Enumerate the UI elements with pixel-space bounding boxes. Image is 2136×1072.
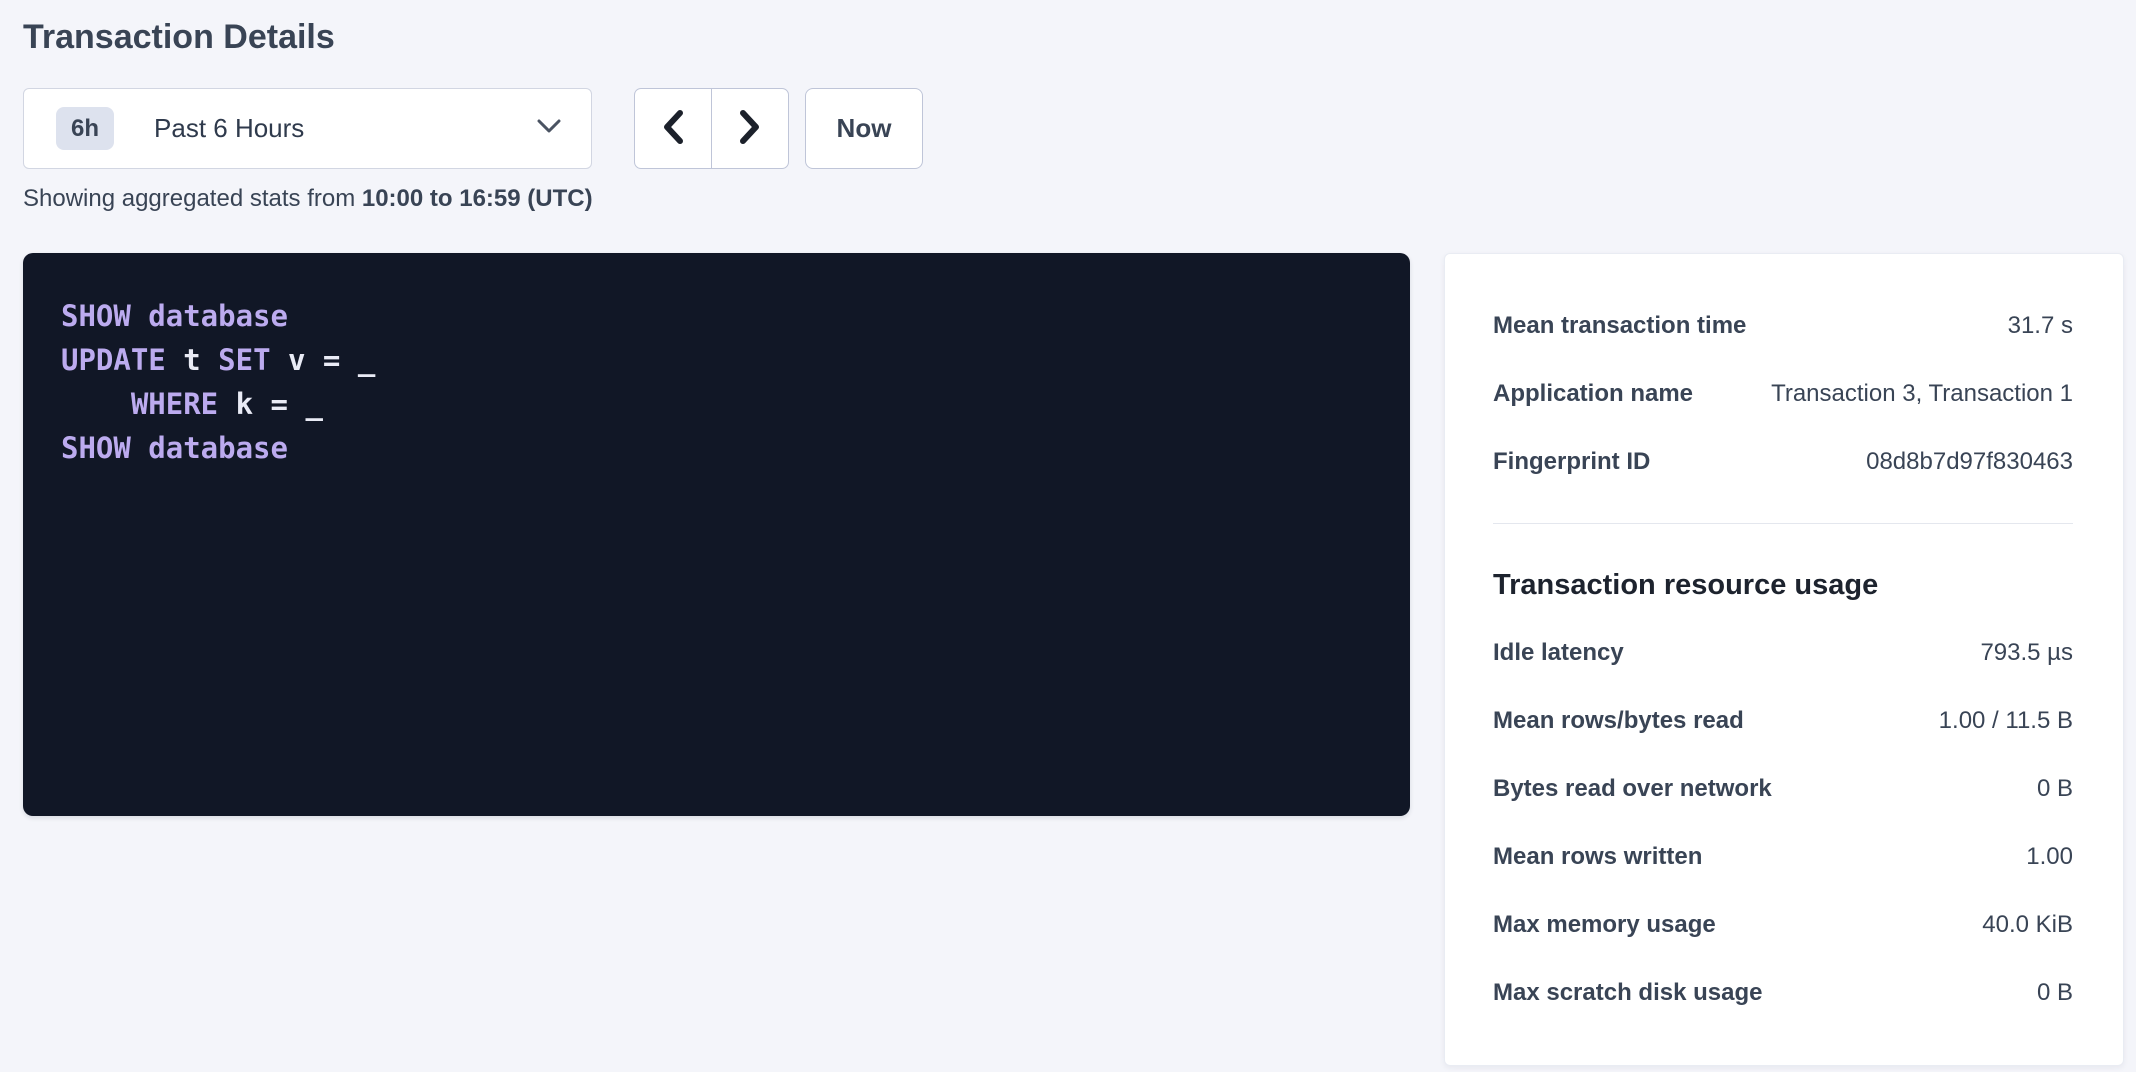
resource-usage-heading: Transaction resource usage	[1493, 551, 2073, 619]
time-range-select[interactable]: 6h Past 6 Hours	[23, 88, 592, 169]
page-title: Transaction Details	[23, 14, 2124, 60]
time-controls: 6h Past 6 Hours Now	[23, 88, 2124, 169]
summary-stats: Mean transaction time 31.7 s Application n…	[1493, 292, 2073, 496]
card-divider	[1493, 523, 2073, 524]
sql-statement-box: SHOW databaseUPDATE t SET v = _ WHERE k …	[23, 253, 1410, 816]
stat-value: 1.00	[2026, 843, 2073, 871]
stat-label: Application name	[1493, 380, 1693, 408]
stat-row: Mean rows/bytes read 1.00 / 11.5 B	[1493, 687, 2073, 755]
stat-value: 40.0 KiB	[1982, 911, 2073, 939]
chevron-left-icon	[660, 108, 686, 149]
sql-line: SHOW database	[61, 426, 1380, 470]
time-range-label: Past 6 Hours	[154, 113, 304, 144]
stat-row: Idle latency 793.5 µs	[1493, 619, 2073, 687]
stat-label: Fingerprint ID	[1493, 448, 1650, 476]
stat-row: Mean transaction time 31.7 s	[1493, 292, 2073, 360]
stat-value: 08d8b7d97f830463	[1866, 448, 2073, 476]
time-nav-group	[634, 88, 789, 169]
stat-value: 793.5 µs	[1980, 639, 2073, 667]
transaction-details-page: Transaction Details 6h Past 6 Hours Now	[0, 0, 2136, 1066]
stat-label: Max memory usage	[1493, 911, 1716, 939]
stat-label: Max scratch disk usage	[1493, 979, 1762, 1007]
stat-value: Transaction 3, Transaction 1	[1771, 380, 2073, 408]
now-button[interactable]: Now	[805, 88, 923, 169]
stat-row: Mean rows written 1.00	[1493, 823, 2073, 891]
stat-label: Mean rows/bytes read	[1493, 707, 1744, 735]
chevron-down-icon	[535, 117, 563, 140]
stat-label: Mean rows written	[1493, 843, 1702, 871]
stat-row: Max memory usage 40.0 KiB	[1493, 891, 2073, 959]
main-content: SHOW databaseUPDATE t SET v = _ WHERE k …	[23, 253, 2124, 1066]
chevron-right-icon	[737, 108, 763, 149]
transaction-stats-card: Mean transaction time 31.7 s Application n…	[1444, 253, 2124, 1066]
stat-label: Idle latency	[1493, 639, 1624, 667]
stat-value: 31.7 s	[2008, 312, 2073, 340]
stat-label: Mean transaction time	[1493, 312, 1746, 340]
sql-line: UPDATE t SET v = _	[61, 338, 1380, 382]
stat-label: Bytes read over network	[1493, 775, 1772, 803]
stat-row: Fingerprint ID 08d8b7d97f830463	[1493, 428, 2073, 496]
sql-line: SHOW database	[61, 294, 1380, 338]
time-range-badge: 6h	[56, 107, 114, 150]
resource-usage-stats: Idle latency 793.5 µs Mean rows/bytes read…	[1493, 619, 2073, 1027]
stat-value: 0 B	[2037, 775, 2073, 803]
stat-row: Max scratch disk usage 0 B	[1493, 959, 2073, 1027]
stat-row: Application name Transaction 3, Transacti…	[1493, 360, 2073, 428]
stat-row: Bytes read over network 0 B	[1493, 755, 2073, 823]
aggregation-range-prefix: Showing aggregated stats from	[23, 185, 362, 212]
stat-value: 0 B	[2037, 979, 2073, 1007]
next-time-button[interactable]	[711, 88, 789, 169]
sql-line: WHERE k = _	[61, 382, 1380, 426]
aggregation-range-text: Showing aggregated stats from 10:00 to 1…	[23, 184, 2124, 214]
prev-time-button[interactable]	[634, 88, 712, 169]
aggregation-range-value: 10:00 to 16:59 (UTC)	[362, 185, 593, 212]
stat-value: 1.00 / 11.5 B	[1939, 707, 2073, 735]
